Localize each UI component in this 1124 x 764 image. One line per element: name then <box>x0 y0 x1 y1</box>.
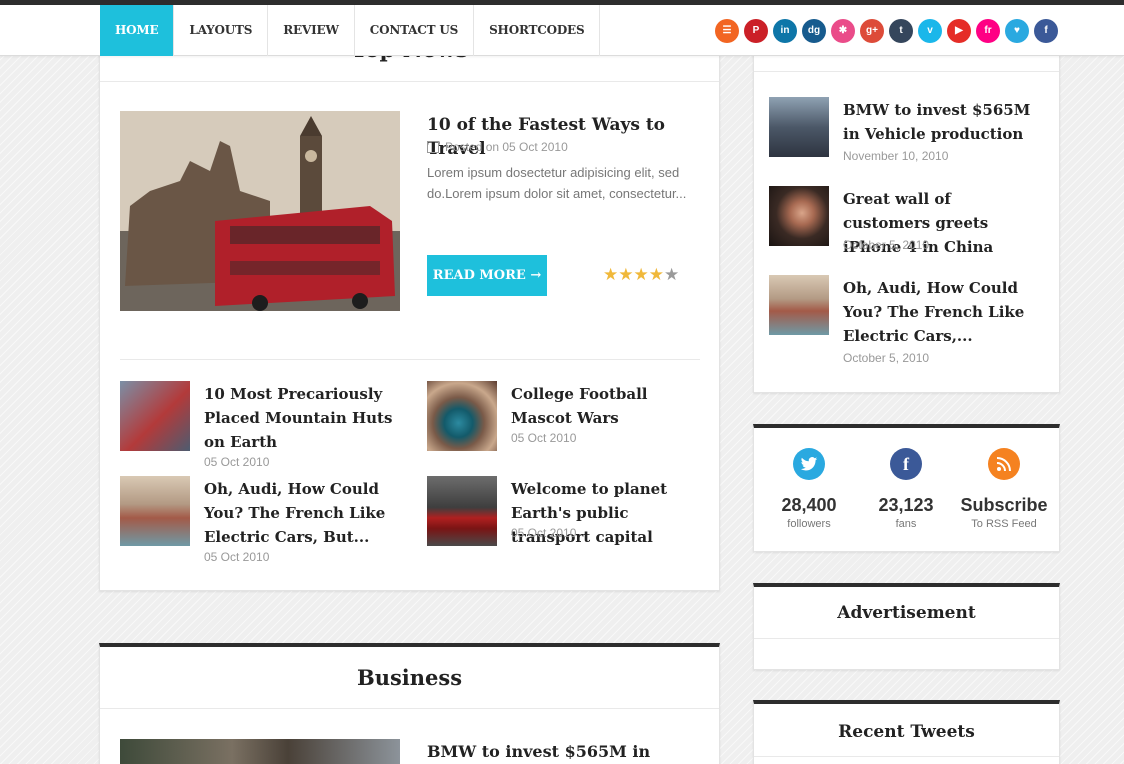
sidebar-thumb-woman[interactable] <box>769 186 829 246</box>
widget-divider <box>754 756 1059 757</box>
sidebar-thumb-man[interactable] <box>769 97 829 157</box>
sidebar-post-title[interactable]: BMW to invest $565M in Vehicle productio… <box>843 98 1043 146</box>
post-title[interactable]: 10 Most Precariously Placed Mountain Hut… <box>204 382 404 454</box>
star-icon: ★ <box>603 265 619 284</box>
post-date: 05 Oct 2010 <box>511 526 577 540</box>
rating-stars: ★★★★★ <box>603 266 679 283</box>
post-thumb-street[interactable] <box>120 476 190 546</box>
widget-title: Recent Tweets <box>838 722 975 742</box>
post-date: 05 Oct 2010 <box>204 455 270 469</box>
star-icon: ★ <box>648 265 664 284</box>
twitter-label: followers <box>787 518 831 530</box>
nav-item-shortcodes[interactable]: SHORTCODES <box>474 5 601 56</box>
nav-item-review[interactable]: REVIEW <box>268 5 355 56</box>
featured-image-art <box>120 111 400 311</box>
featured-image[interactable] <box>120 111 400 311</box>
main-navbar: HOME LAYOUTS REVIEW CONTACT US SHORTCODE… <box>0 5 1124 56</box>
vimeo-icon[interactable]: v <box>918 19 942 43</box>
sidebar-post-date: October 5, 2010 <box>843 351 930 365</box>
advertisement-widget: Advertisement <box>753 583 1060 670</box>
read-more-button[interactable]: READ MORE → <box>427 255 547 296</box>
facebook-count: 23,123 <box>878 495 934 515</box>
top-news-panel: Top News 10 of the Fastest Ways to Trave… <box>99 30 720 591</box>
nav-item-home[interactable]: HOME <box>100 5 175 56</box>
calendar-icon <box>427 141 439 153</box>
social-icons: ☰ Pin dg ✱ g+ t v ▶ fr ♥ f <box>715 19 1063 43</box>
sidebar-post-date: October 5, 2010 <box>843 238 930 252</box>
nav-menu: HOME LAYOUTS REVIEW CONTACT US SHORTCODE… <box>100 5 601 56</box>
pinterest-icon[interactable]: P <box>744 19 768 43</box>
featured-posted: Posted on 05 Oct 2010 <box>445 140 568 154</box>
post-title[interactable]: College Football Mascot Wars <box>511 382 701 430</box>
rss-label: To RSS Feed <box>971 518 1037 530</box>
rss-icon[interactable] <box>988 448 1020 480</box>
section-heading: Business <box>356 665 463 690</box>
sidebar-thumb-street[interactable] <box>769 275 829 335</box>
facebook-icon[interactable]: f <box>1034 19 1058 43</box>
business-image[interactable] <box>120 739 400 764</box>
widget-divider <box>754 638 1059 639</box>
rss-icon[interactable]: ☰ <box>715 19 739 43</box>
dribbble-icon[interactable]: ✱ <box>831 19 855 43</box>
nav-item-contact[interactable]: CONTACT US <box>355 5 475 56</box>
featured-divider <box>120 359 700 360</box>
featured-excerpt: Lorem ipsum dosectetur adipisicing elit,… <box>427 165 687 201</box>
post-date: 05 Oct 2010 <box>511 431 577 445</box>
twitter-icon[interactable]: ♥ <box>1005 19 1029 43</box>
sidebar-post-date: November 10, 2010 <box>843 149 949 163</box>
linkedin-icon[interactable]: in <box>773 19 797 43</box>
social-counter-panel: 28,400 followers f 23,123 fans Subscribe… <box>753 424 1060 552</box>
post-date: 05 Oct 2010 <box>204 550 270 564</box>
star-icon: ★ <box>618 265 634 284</box>
post-thumb-car[interactable] <box>427 476 497 546</box>
digg-icon[interactable]: dg <box>802 19 826 43</box>
widget-divider <box>754 71 1059 72</box>
business-panel: Business BMW to invest $565M in Vehicle <box>99 643 720 764</box>
rss-subscribe[interactable]: Subscribe <box>954 495 1054 516</box>
flickr-icon[interactable]: fr <box>976 19 1000 43</box>
star-icon: ★ <box>633 265 649 284</box>
facebook-label: fans <box>895 518 917 530</box>
sidebar-post-title[interactable]: Oh, Audi, How Could You? The French Like… <box>843 276 1043 348</box>
post-thumb-bike[interactable] <box>120 381 190 451</box>
heading-divider <box>100 708 719 709</box>
post-title[interactable]: Oh, Audi, How Could You? The French Like… <box>204 477 404 549</box>
googleplus-icon[interactable]: g+ <box>860 19 884 43</box>
heading-divider <box>100 81 719 82</box>
tumblr-icon[interactable]: t <box>889 19 913 43</box>
post-thumb-mascot[interactable] <box>427 381 497 451</box>
business-first-title[interactable]: BMW to invest $565M in Vehicle <box>427 740 717 764</box>
nav-item-layouts[interactable]: LAYOUTS <box>174 5 269 56</box>
sidebar-posts-panel: BMW to invest $565M in Vehicle productio… <box>753 40 1060 393</box>
twitter-icon[interactable] <box>793 448 825 480</box>
youtube-icon[interactable]: ▶ <box>947 19 971 43</box>
facebook-icon[interactable]: f <box>890 448 922 480</box>
featured-meta: Posted on 05 Oct 2010 <box>427 140 568 154</box>
star-empty-icon: ★ <box>664 265 680 284</box>
recent-tweets-widget: Recent Tweets <box>753 700 1060 764</box>
twitter-count: 28,400 <box>781 495 837 515</box>
widget-title: Advertisement <box>837 603 976 623</box>
